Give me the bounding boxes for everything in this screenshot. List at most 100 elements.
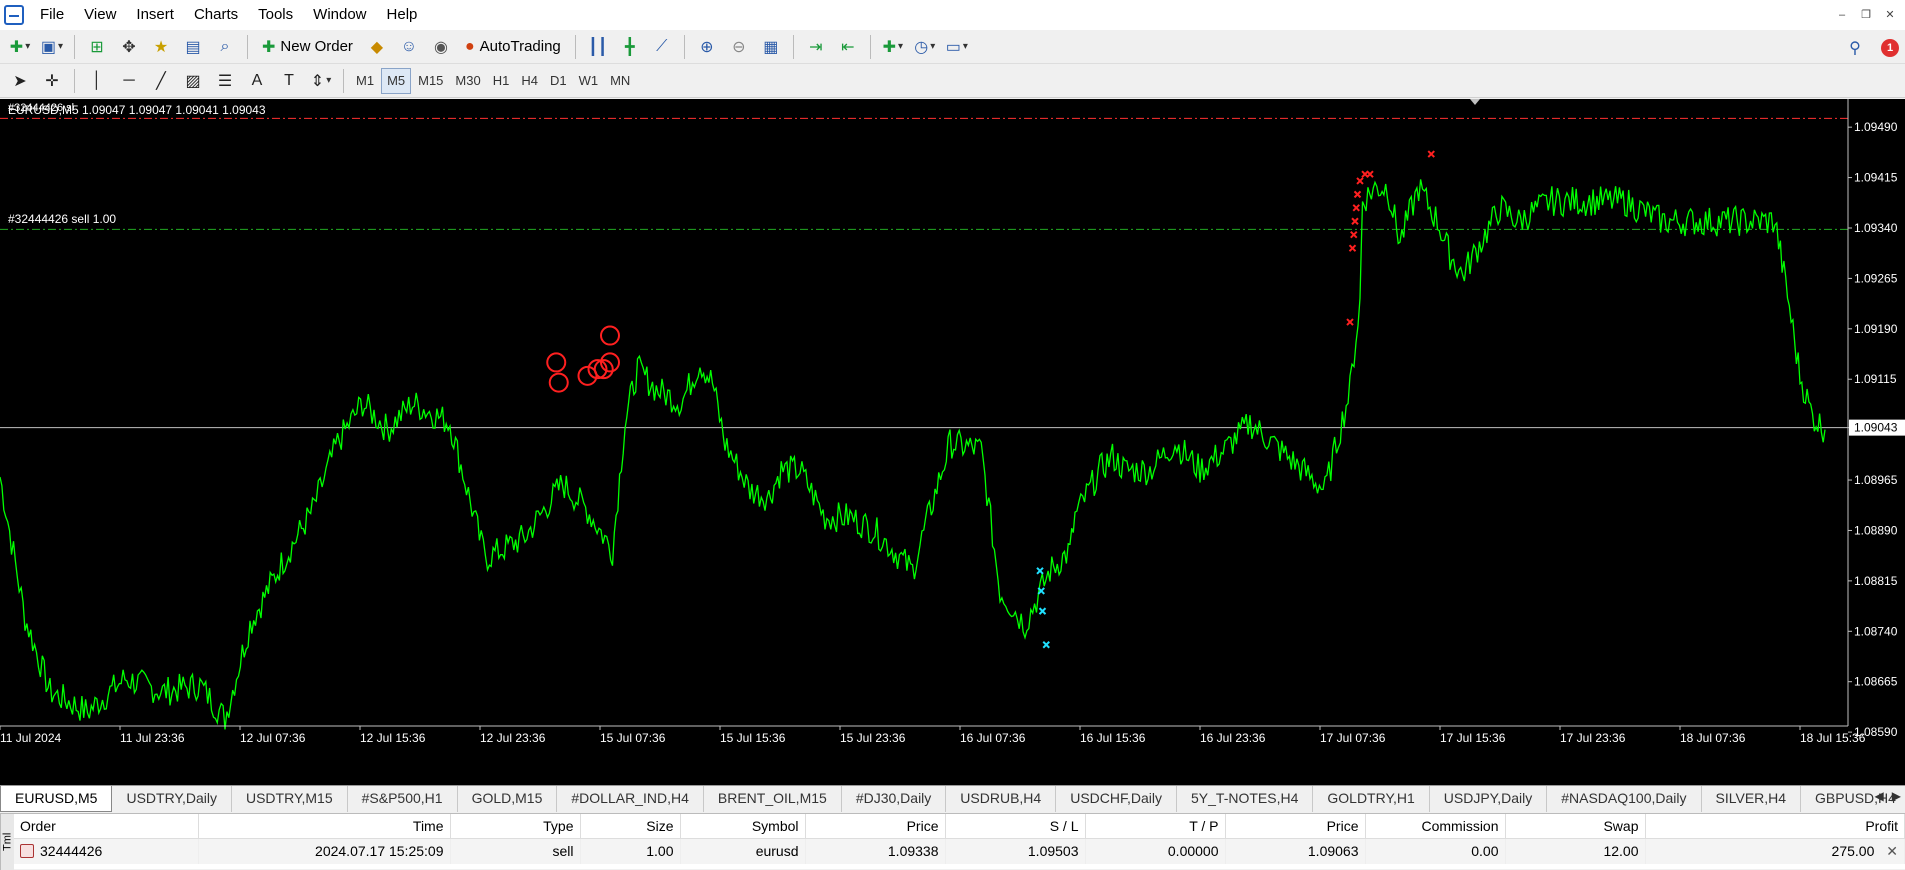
chart-shift-icon[interactable]: ⇥ xyxy=(802,33,830,61)
toolbar-separator xyxy=(792,34,794,59)
timeframe-d1[interactable]: D1 xyxy=(545,68,572,94)
minimize-icon[interactable]: – xyxy=(1833,6,1851,24)
candlestick-icon[interactable]: ╋ xyxy=(616,33,644,61)
line-chart-icon[interactable]: ⟋ xyxy=(648,33,676,61)
col-order[interactable]: Order xyxy=(14,814,199,839)
col-current-price[interactable]: Price xyxy=(1225,814,1366,839)
autoscroll-icon[interactable]: ⇤ xyxy=(834,33,862,61)
cursor-icon[interactable]: ➤ xyxy=(6,67,34,95)
col-swap[interactable]: Swap xyxy=(1505,814,1646,839)
data-window-icon[interactable]: ✥ xyxy=(115,33,143,61)
timeframe-w1[interactable]: W1 xyxy=(574,68,604,94)
y-tick-label-9: 1.08815 xyxy=(1854,574,1898,588)
metaeditor-icon[interactable]: ◆ xyxy=(363,33,391,61)
market-watch-icon[interactable]: ⊞ xyxy=(83,33,111,61)
sell-cross-6 xyxy=(1356,177,1364,185)
horizontal-line-icon[interactable]: ─ xyxy=(115,67,143,95)
tab-dollar-ind-h4[interactable]: #DOLLAR_IND,H4 xyxy=(557,786,704,812)
tab-gold-m15[interactable]: GOLD,M15 xyxy=(458,786,558,812)
zoom-out-icon[interactable]: ⊖ xyxy=(725,33,753,61)
col-profit[interactable]: Profit xyxy=(1645,814,1905,839)
tab-sp500-h1[interactable]: #S&P500,H1 xyxy=(348,786,458,812)
menu-tools[interactable]: Tools xyxy=(248,0,303,30)
col-time[interactable]: Time xyxy=(198,814,451,839)
tab-usdtry-daily[interactable]: USDTRY,Daily xyxy=(112,786,232,812)
timeframe-h4[interactable]: H4 xyxy=(516,68,543,94)
terminal-icon[interactable]: ▤ xyxy=(179,33,207,61)
price-chart[interactable]: 1.09490 1.09415 1.09340 1.09265 1.09190 1.091… xyxy=(0,99,1905,785)
experts-icon[interactable]: ☺ xyxy=(395,33,423,61)
close-position-icon[interactable]: ✕ xyxy=(1886,843,1898,859)
tab-nasdaq100-daily[interactable]: #NASDAQ100,Daily xyxy=(1547,786,1702,812)
tab-5y-tnotes-h4[interactable]: 5Y_T-NOTES,H4 xyxy=(1177,786,1314,812)
tab-silver-h4[interactable]: SILVER,H4 xyxy=(1702,786,1802,812)
restore-icon[interactable]: ❐ xyxy=(1857,6,1875,24)
terminal-side-label[interactable]: Tml xyxy=(0,814,14,870)
menu-help[interactable]: Help xyxy=(377,0,428,30)
tab-dj30-daily[interactable]: #DJ30,Daily xyxy=(842,786,947,812)
toolbar-separator xyxy=(247,34,248,59)
autotrading-button[interactable]: ● AutoTrading xyxy=(459,33,567,61)
col-sl[interactable]: S / L xyxy=(945,814,1086,839)
new-order-button[interactable]: ✚ New Order xyxy=(256,33,359,61)
fibonacci-icon[interactable]: ☰ xyxy=(211,67,239,95)
sell-order-label[interactable]: #32444426 sell 1.00 xyxy=(8,212,116,226)
col-size[interactable]: Size xyxy=(580,814,681,839)
tab-eurusd-m5[interactable]: EURUSD,M5 xyxy=(0,786,113,812)
right-tools: ⚲ 1 xyxy=(1839,34,1899,62)
periods-icon[interactable]: ◷ xyxy=(911,33,939,61)
menu-file[interactable]: File xyxy=(30,0,74,30)
text-label-icon[interactable]: T xyxy=(275,67,303,95)
chart-shift-marker xyxy=(1470,99,1480,105)
profiles-icon[interactable]: ▣ xyxy=(38,33,66,61)
profit-value: 275.00 xyxy=(1831,842,1875,859)
signals-icon[interactable]: ◉ xyxy=(427,33,455,61)
tab-brent-oil-m15[interactable]: BRENT_OIL,M15 xyxy=(704,786,842,812)
timeframe-m1[interactable]: M1 xyxy=(351,68,379,94)
timeframe-m30[interactable]: M30 xyxy=(450,68,485,94)
crosshair-icon[interactable]: ✛ xyxy=(38,67,66,95)
commission-cell: 0.00 xyxy=(1365,838,1506,864)
menu-charts[interactable]: Charts xyxy=(184,0,248,30)
trendline-icon[interactable]: ╱ xyxy=(147,67,175,95)
col-commission[interactable]: Commission xyxy=(1365,814,1506,839)
text-icon[interactable]: A xyxy=(243,67,271,95)
menu-view[interactable]: View xyxy=(74,0,126,30)
zoom-in-icon[interactable]: ⊕ xyxy=(693,33,721,61)
tab-usdtry-m15[interactable]: USDTRY,M15 xyxy=(232,786,348,812)
menu-window[interactable]: Window xyxy=(303,0,376,30)
timeframe-m5[interactable]: M5 xyxy=(381,67,412,94)
arrows-icon[interactable]: ⇕ xyxy=(307,67,335,95)
col-tp[interactable]: T / P xyxy=(1085,814,1226,839)
close-icon[interactable]: ✕ xyxy=(1881,6,1899,24)
timeframe-m15[interactable]: M15 xyxy=(413,68,448,94)
sell-cross-4 xyxy=(1352,204,1360,212)
tile-windows-icon[interactable]: ▦ xyxy=(757,33,785,61)
tab-scroll-left-icon[interactable]: ◀ xyxy=(1875,789,1884,803)
tab-goldtry-h1[interactable]: GOLDTRY,H1 xyxy=(1313,786,1430,812)
col-price[interactable]: Price xyxy=(805,814,946,839)
chart-axes: 1.09490 1.09415 1.09340 1.09265 1.09190 1.091… xyxy=(0,99,1905,745)
navigator-icon[interactable]: ★ xyxy=(147,33,175,61)
indicators-icon[interactable]: ✚ xyxy=(879,33,907,61)
col-type[interactable]: Type xyxy=(450,814,581,839)
strategy-tester-icon[interactable]: ⌕ xyxy=(211,33,239,61)
timeframe-mn[interactable]: MN xyxy=(605,68,635,94)
vertical-line-icon[interactable]: │ xyxy=(83,67,111,95)
new-chart-icon[interactable]: ✚ xyxy=(6,33,34,61)
bar-chart-icon[interactable]: ┃┃ xyxy=(584,33,612,61)
notification-badge[interactable]: 1 xyxy=(1881,39,1899,57)
templates-icon[interactable]: ▭ xyxy=(943,33,971,61)
tab-scroll-right-icon[interactable]: ▶ xyxy=(1892,789,1901,803)
y-tick-label-6: 1.09043 xyxy=(1854,421,1898,435)
table-row[interactable]: 32444426 2024.07.17 15:25:09 sell 1.00 e… xyxy=(14,838,1905,864)
chart-canvas[interactable]: 1.09490 1.09415 1.09340 1.09265 1.09190 1.091… xyxy=(0,99,1905,785)
col-symbol[interactable]: Symbol xyxy=(680,814,806,839)
channel-icon[interactable]: ▨ xyxy=(179,67,207,95)
tab-usdrub-h4[interactable]: USDRUB,H4 xyxy=(946,786,1057,812)
tab-usdjpy-daily[interactable]: USDJPY,Daily xyxy=(1430,786,1548,812)
tab-usdchf-daily[interactable]: USDCHF,Daily xyxy=(1056,786,1177,812)
search-icon[interactable]: ⚲ xyxy=(1841,34,1869,62)
timeframe-h1[interactable]: H1 xyxy=(488,68,515,94)
menu-insert[interactable]: Insert xyxy=(126,0,184,30)
